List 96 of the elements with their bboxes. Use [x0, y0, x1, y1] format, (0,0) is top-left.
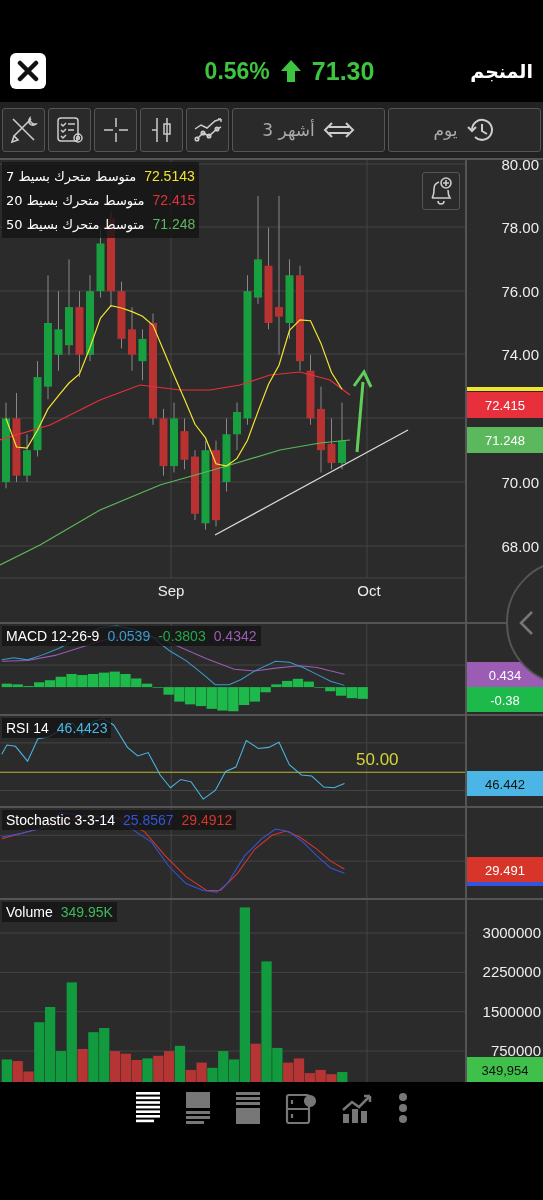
price-tag: 71.248: [467, 427, 543, 453]
candlestick: [170, 402, 178, 473]
volume-label: 1500000: [482, 1002, 541, 1020]
date-label: Sep: [157, 582, 185, 599]
histogram-bar: [228, 687, 239, 712]
add-alert-button[interactable]: [422, 172, 460, 210]
more-icon: [396, 1092, 409, 1124]
interval-button[interactable]: يوم: [388, 108, 541, 152]
close-button[interactable]: [10, 53, 46, 89]
price-label: 70.00: [501, 474, 539, 491]
histogram-bar: [195, 687, 207, 707]
candlestick: [138, 328, 147, 381]
histogram-bar: [292, 678, 304, 688]
volume-bar: [1, 1059, 12, 1082]
histogram-bar: [185, 687, 196, 705]
histogram-bar: [217, 687, 228, 711]
histogram-bar: [206, 687, 217, 709]
change-percent: 0.56%: [204, 57, 270, 85]
legend-label: متوسط متحرك بسيط 50: [6, 216, 145, 232]
price-label: 74.00: [501, 346, 539, 363]
price-label: 68.00: [501, 538, 539, 555]
bar-chart-icon: [340, 1092, 373, 1124]
indicators-button[interactable]: [48, 108, 91, 152]
volume-bar: [337, 1072, 348, 1082]
indicator-value: 349.95K: [60, 904, 113, 920]
price-label: 78.00: [501, 219, 539, 236]
legend-label: متوسط متحرك بسيط 20: [6, 192, 145, 208]
stock-title: المنجم: [469, 60, 533, 82]
volume-bar: [120, 1053, 131, 1082]
legend-value: 72.415: [152, 192, 196, 208]
candlestick: [23, 433, 31, 483]
legend-value: 71.248: [152, 216, 196, 232]
chart-type-button[interactable]: [140, 108, 183, 152]
histogram-bar: [238, 687, 250, 706]
indicator-value: -0.3803: [158, 628, 206, 644]
crosshair-icon: [102, 117, 129, 143]
crosshair-button[interactable]: [94, 108, 137, 152]
legend-label: متوسط متحرك بسيط 7: [6, 168, 137, 184]
price-label: 76.00: [501, 283, 539, 300]
volume-label: 750000: [490, 1042, 541, 1060]
candlestick: [128, 306, 136, 372]
value-tag: -0.38: [467, 687, 543, 712]
drawing-button[interactable]: [186, 108, 229, 152]
indicator-title: Volume: [6, 904, 53, 920]
legend-value: 72.5143: [144, 168, 195, 184]
price: 71.30: [311, 56, 375, 86]
line-chart-icon: [192, 117, 223, 143]
histogram-bar: [77, 675, 88, 688]
volume-bar: [142, 1058, 153, 1082]
lines-icon: [134, 1092, 161, 1124]
candlestick: [233, 402, 241, 451]
indicator-value: 46.4423: [56, 720, 108, 736]
histogram-bar: [346, 687, 358, 699]
indicator-title: RSI 14: [6, 720, 49, 736]
candlestick: [180, 417, 189, 470]
value-tag: 349,954: [467, 1057, 543, 1082]
histogram-bar: [357, 687, 368, 699]
volume-bar: [153, 1055, 164, 1082]
histogram-bar: [98, 672, 110, 688]
candlestick: [159, 408, 168, 477]
histogram-bar: [120, 674, 131, 688]
range-button[interactable]: 3 أشهر: [232, 108, 385, 152]
candlestick: [327, 417, 336, 470]
indicator-value: 0.0539: [107, 628, 151, 644]
value-tag: 29.491: [467, 857, 543, 882]
value-tag: 46.442: [467, 771, 543, 796]
indicator-value: 0.4342: [213, 628, 257, 644]
layout-icon: [184, 1092, 211, 1124]
tools-button[interactable]: [2, 108, 45, 152]
chevron-left-icon: [518, 609, 534, 636]
price-label: 80.00: [501, 160, 539, 173]
volume-bar: [131, 1059, 142, 1082]
double-arrow-icon: [322, 121, 355, 139]
indicator-title: MACD 12-26-9: [6, 628, 100, 644]
indicator-value: 29.4912: [181, 812, 233, 828]
candlestick: [117, 281, 126, 349]
histogram-bar: [66, 674, 77, 688]
histogram-bar: [109, 671, 120, 688]
volume-bar: [164, 1051, 175, 1082]
date-label: Oct: [357, 582, 381, 599]
volume-label: 2250000: [482, 963, 541, 981]
candlestick: [338, 402, 346, 470]
tools-icon: [9, 116, 38, 144]
histogram-bar: [87, 674, 99, 688]
panel-settings-icon: [284, 1092, 317, 1124]
layout-icon: [234, 1092, 261, 1124]
candlestick: [191, 449, 199, 521]
checklist-gear-icon: [54, 115, 85, 145]
price-tag: 72.415: [467, 392, 543, 418]
indicator-value: 25.8567: [122, 812, 174, 828]
up-arrow-icon: [279, 59, 302, 83]
level-label: 50.00: [356, 750, 399, 770]
close-icon: [17, 60, 39, 82]
indicator-title: Stochastic 3-3-14: [6, 812, 115, 828]
volume-label: 3000000: [482, 924, 541, 942]
candlestick: [306, 354, 315, 426]
